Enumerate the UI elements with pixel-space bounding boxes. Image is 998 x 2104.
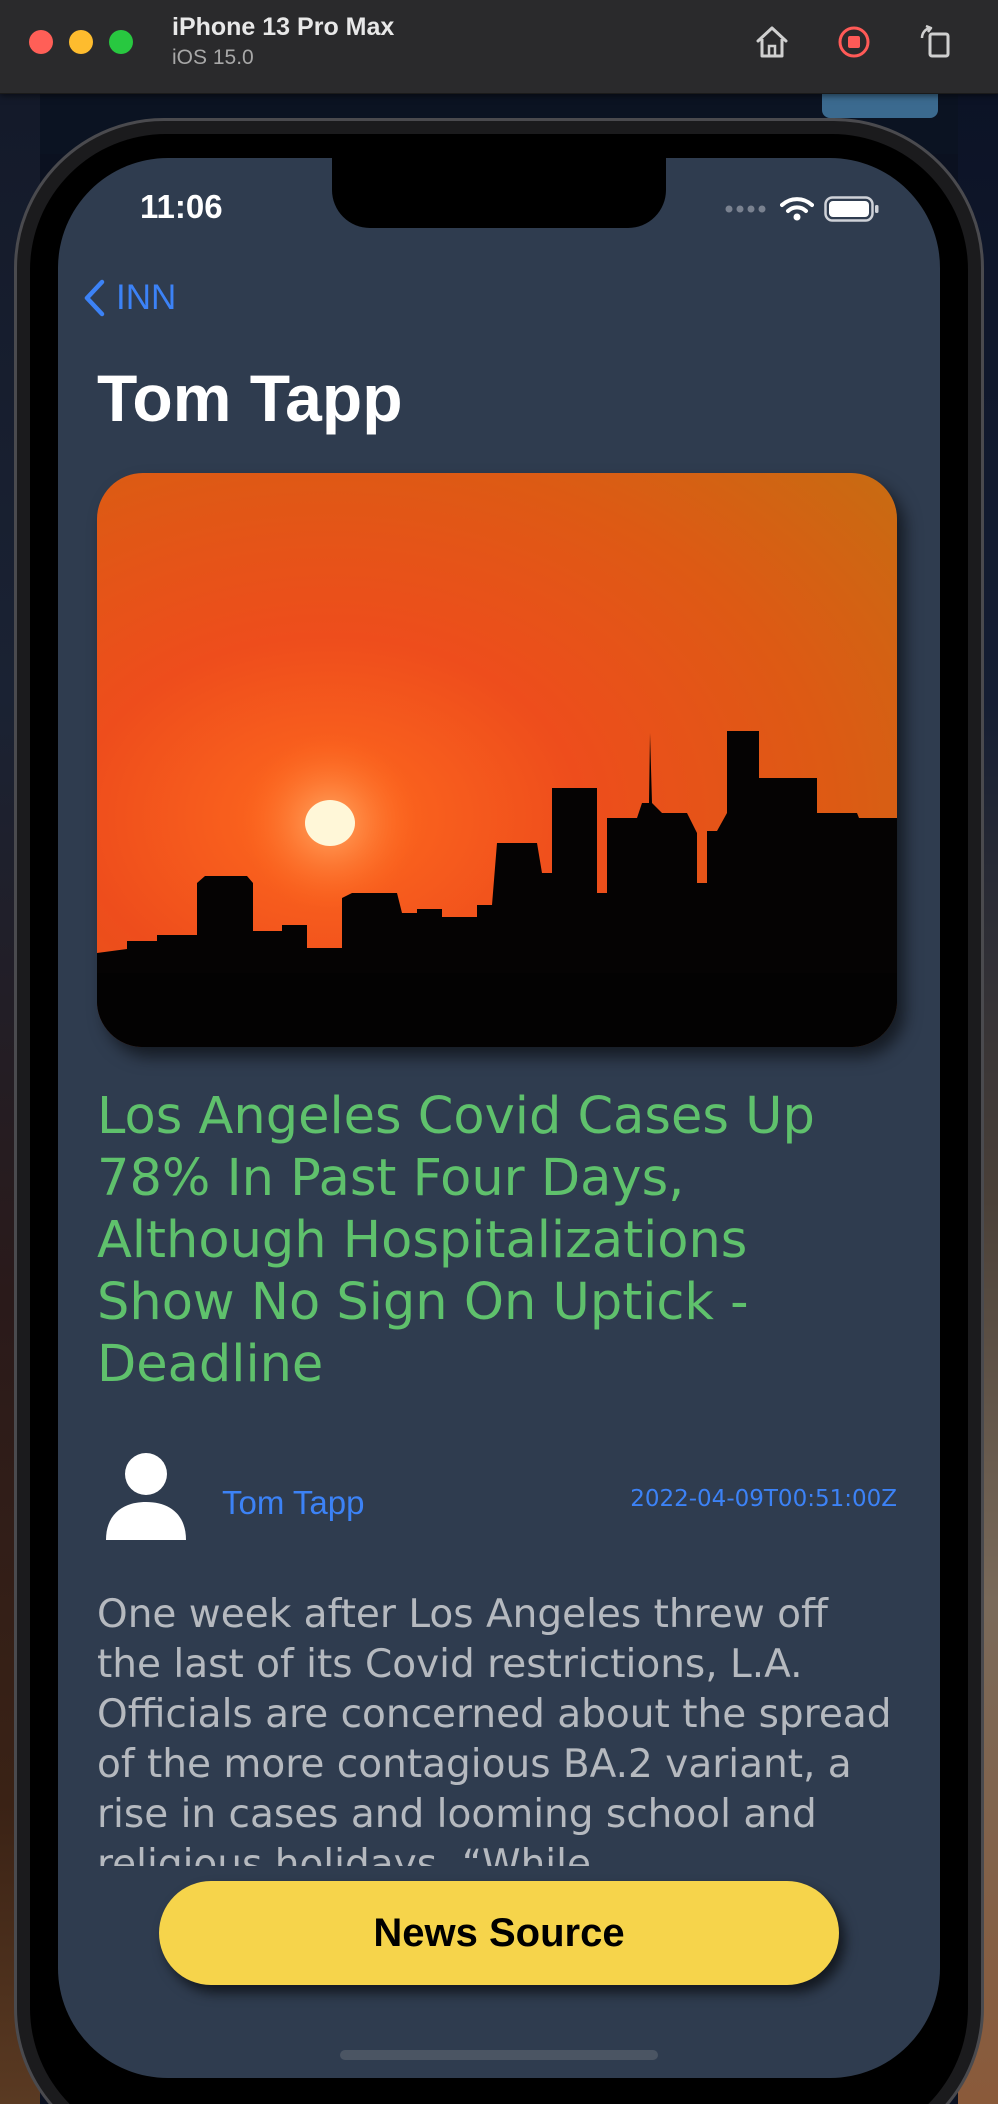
sunset-skyline-photo	[97, 473, 897, 1047]
status-icons	[724, 196, 880, 222]
back-button[interactable]: INN	[82, 278, 176, 318]
article-image	[97, 473, 897, 1047]
wifi-icon	[780, 197, 814, 221]
home-indicator[interactable]	[340, 2050, 658, 2060]
rotate-icon[interactable]	[914, 20, 958, 64]
cellular-signal-icon	[725, 205, 766, 213]
status-time: 11:06	[140, 188, 223, 225]
os-version: iOS 15.0	[172, 46, 254, 69]
home-icon[interactable]	[750, 20, 794, 64]
battery-icon	[824, 196, 879, 222]
notch	[332, 158, 666, 228]
minimize-window-button[interactable]	[69, 30, 93, 54]
author-row: Tom Tapp 2022-04-09T00:51:00Z	[97, 1452, 897, 1552]
simulator-toolbar: iPhone 13 Pro Max iOS 15.0	[0, 0, 998, 94]
author-name[interactable]: Tom Tapp	[222, 1484, 364, 1522]
background-window-tab	[822, 94, 938, 118]
article-body: One week after Los Angeles threw off the…	[97, 1592, 892, 1866]
article-headline: Los Angeles Covid Cases Up 78% In Past F…	[97, 1087, 815, 1394]
person-icon	[106, 1453, 186, 1540]
published-date: 2022-04-09T00:51:00Z	[630, 1486, 897, 1512]
phone-screen: 11:06 INN Tom Tapp Los Angeles Covid Cas…	[58, 158, 940, 2078]
record-icon[interactable]	[832, 20, 876, 64]
back-button-label: INN	[116, 278, 177, 317]
close-window-button[interactable]	[29, 30, 53, 54]
page-title: Tom Tapp	[97, 361, 403, 435]
zoom-window-button[interactable]	[109, 30, 133, 54]
chevron-left-icon	[84, 279, 105, 317]
device-name: iPhone 13 Pro Max	[172, 13, 395, 41]
news-source-button[interactable]: News Source	[159, 1881, 839, 1985]
